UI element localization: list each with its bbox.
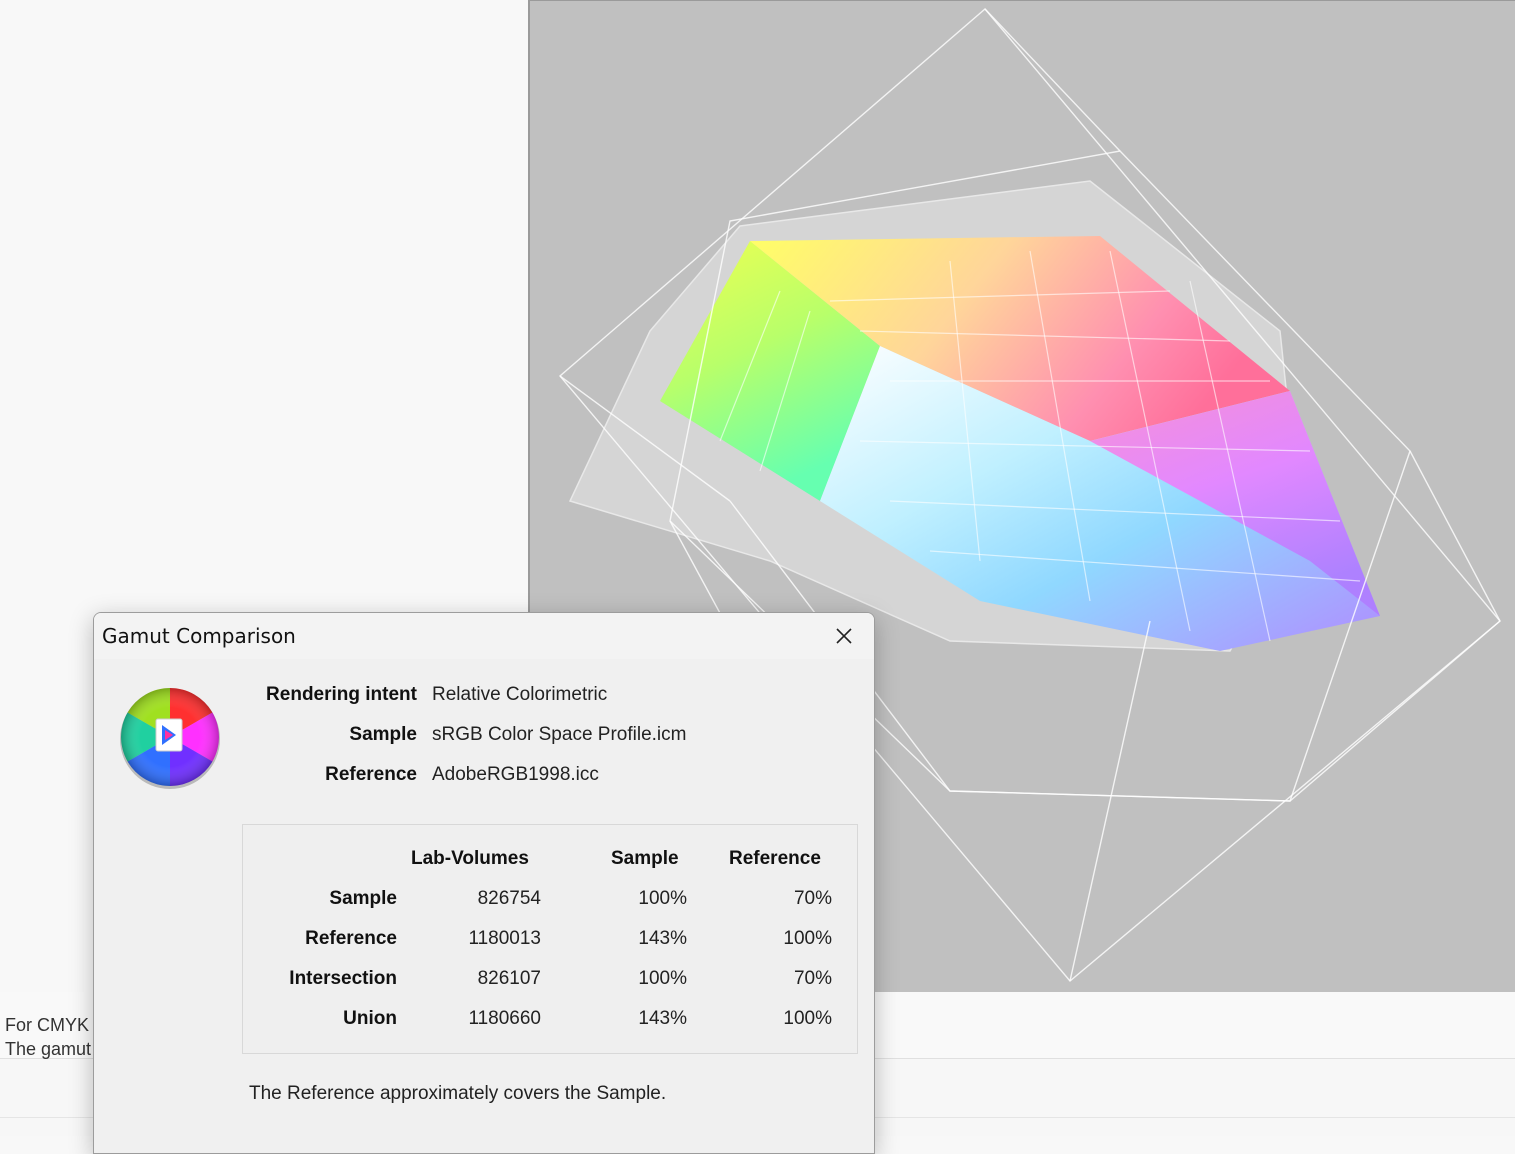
cell-reference-reference: 100% <box>783 928 832 949</box>
reference-label: Reference <box>325 764 417 785</box>
cell-sample-reference: 70% <box>793 888 832 909</box>
coverage-summary: The Reference approximately covers the S… <box>249 1083 667 1104</box>
header-lab-volumes: Lab-Volumes <box>411 848 529 869</box>
background-info-text-1: For CMYK p <box>5 1015 105 1035</box>
header-reference: Reference <box>729 848 821 869</box>
reference-value: AdobeRGB1998.icc <box>432 764 599 785</box>
cell-intersection-volume: 826107 <box>477 968 541 989</box>
close-button[interactable] <box>822 617 866 655</box>
gamut-comparison-dialog: Gamut Comparison Rendering intent Relati… <box>93 612 875 1154</box>
sample-value: sRGB Color Space Profile.icm <box>432 724 687 745</box>
sample-row: Sample sRGB Color Space Profile.icm <box>94 724 874 754</box>
rendering-intent-value: Relative Colorimetric <box>432 684 608 705</box>
sample-label: Sample <box>349 724 417 745</box>
cell-union-reference: 100% <box>783 1008 832 1029</box>
close-icon <box>836 628 852 644</box>
cell-intersection-reference: 70% <box>793 968 832 989</box>
dialog-titlebar[interactable]: Gamut Comparison <box>94 613 874 659</box>
header-sample: Sample <box>611 848 679 869</box>
rendering-intent-row: Rendering intent Relative Colorimetric <box>94 684 874 714</box>
cell-reference-sample: 143% <box>638 928 687 949</box>
row-label-intersection: Intersection <box>289 968 397 989</box>
row-label-reference: Reference <box>305 928 397 949</box>
cell-reference-volume: 1180013 <box>468 928 541 949</box>
cell-union-sample: 143% <box>638 1008 687 1029</box>
rendering-intent-label: Rendering intent <box>266 684 417 705</box>
background-info-text-2: The gamut <box>5 1039 92 1059</box>
row-label-sample: Sample <box>329 888 397 909</box>
cell-sample-sample: 100% <box>638 888 687 909</box>
cell-union-volume: 1180660 <box>468 1008 541 1029</box>
row-label-union: Union <box>343 1008 397 1029</box>
volumes-table: Lab-Volumes Sample Reference Sample 8267… <box>242 824 858 1054</box>
reference-row: Reference AdobeRGB1998.icc <box>94 764 874 794</box>
dialog-title: Gamut Comparison <box>102 624 296 648</box>
cell-sample-volume: 826754 <box>477 888 541 909</box>
cell-intersection-sample: 100% <box>638 968 687 989</box>
